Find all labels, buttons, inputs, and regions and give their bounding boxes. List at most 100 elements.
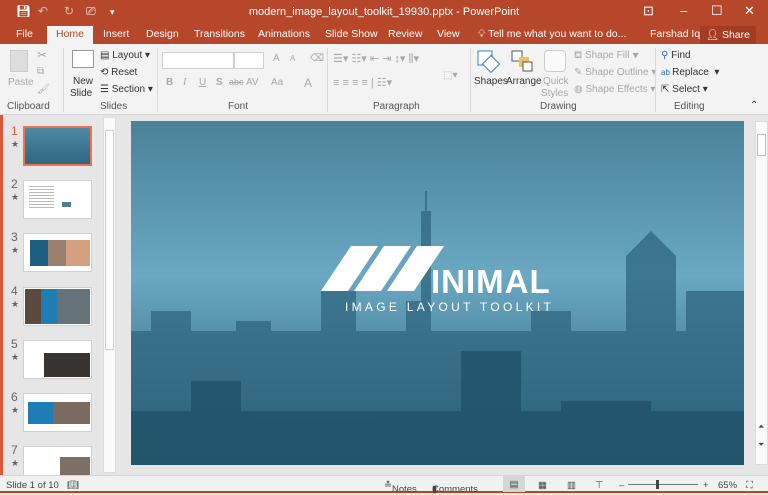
- shape-effects-button[interactable]: ◍ Shape Effects ▾: [574, 84, 655, 95]
- maximize-button[interactable]: ☐: [711, 3, 723, 19]
- new-slide-button[interactable]: New: [73, 76, 93, 87]
- font-family-select[interactable]: [162, 52, 234, 69]
- next-slide-icon[interactable]: ⏷: [758, 440, 764, 450]
- close-button[interactable]: ✕: [744, 3, 755, 19]
- bold-button[interactable]: B: [166, 77, 173, 88]
- slide-sorter-button[interactable]: ▦: [538, 480, 547, 491]
- layout-label: Layout: [112, 50, 143, 61]
- shape-outline-button[interactable]: ✎ Shape Outline ▾: [574, 67, 656, 78]
- zoom-slider-thumb[interactable]: [656, 480, 659, 489]
- underline-button[interactable]: U: [199, 77, 206, 88]
- cut-icon[interactable]: ✂: [37, 48, 47, 62]
- shape-fill-label: Shape Fill: [584, 50, 630, 61]
- character-spacing-button[interactable]: AV: [246, 77, 259, 88]
- slide-scrollbar[interactable]: ⏶ ⏷: [755, 121, 768, 465]
- shrink-font-button[interactable]: A: [290, 54, 295, 63]
- animation-star-icon: ★: [11, 139, 20, 149]
- divider: [157, 48, 158, 112]
- effects-icon: ◍: [574, 84, 586, 95]
- lightbulb-icon: 💡︎: [478, 28, 489, 40]
- collapse-ribbon-icon[interactable]: ⌃: [750, 100, 758, 111]
- font-size-select[interactable]: [234, 52, 264, 69]
- bullets-button[interactable]: ☰▾ ☷▾ ⇤ ⇥ ↕▾ ⫼▾: [333, 52, 419, 66]
- shapes-icon: [477, 50, 501, 73]
- italic-button[interactable]: I: [183, 77, 186, 88]
- clear-formatting-icon[interactable]: ⌫: [310, 53, 324, 64]
- fit-to-window-icon[interactable]: ⛶: [746, 480, 753, 491]
- tab-slide-show[interactable]: Slide Show: [325, 28, 378, 40]
- tell-me-search[interactable]: 💡︎ Tell me what you want to do...: [478, 28, 626, 41]
- slide-thumbnail-5[interactable]: [23, 340, 92, 379]
- section-button[interactable]: ☰ Section ▾: [100, 84, 153, 95]
- zoom-level[interactable]: 65%: [718, 480, 737, 491]
- tab-transitions[interactable]: Transitions: [194, 28, 245, 40]
- editing-group-label: Editing: [674, 101, 705, 112]
- reading-view-button[interactable]: ▥: [567, 480, 576, 491]
- ribbon-display-icon[interactable]: ⊡: [643, 3, 654, 19]
- find-button[interactable]: ⚲ Find: [661, 50, 691, 61]
- grow-font-button[interactable]: A: [273, 53, 280, 64]
- shape-outline-label: Shape Outline: [585, 67, 649, 78]
- tab-home[interactable]: Home: [47, 26, 94, 44]
- select-label: Select: [672, 84, 700, 95]
- copy-icon[interactable]: ⧉: [37, 66, 44, 77]
- tab-review[interactable]: Review: [388, 28, 422, 40]
- person-icon: 👤︎: [705, 29, 722, 41]
- strikethrough-button[interactable]: abc: [229, 77, 244, 87]
- font-color-button[interactable]: A: [304, 76, 312, 90]
- minimize-button[interactable]: –: [680, 3, 687, 18]
- slideshow-button[interactable]: ⊤: [595, 480, 603, 491]
- quick-styles-button[interactable]: Quick: [543, 76, 569, 87]
- slide-thumbnail-3[interactable]: [23, 233, 92, 272]
- shadow-button[interactable]: S: [216, 77, 223, 88]
- normal-view-button[interactable]: ▤: [503, 476, 525, 492]
- reset-button[interactable]: ⟲ Reset: [100, 67, 137, 78]
- thumb-number: 3: [11, 230, 18, 244]
- scrollbar-thumb[interactable]: [105, 130, 114, 350]
- title-bar: 💾︎ ↶ ↻ ⎚ ▾ modern_image_layout_toolkit_1…: [0, 0, 768, 24]
- reset-label: Reset: [111, 67, 138, 78]
- slide-thumbnail-2[interactable]: [23, 180, 92, 219]
- scrollbar-thumb[interactable]: [757, 134, 766, 156]
- new-slide-dropdown[interactable]: Slide: [70, 88, 92, 99]
- shape-fill-button[interactable]: ⛾ Shape Fill ▾: [574, 50, 639, 63]
- status-bar: Slide 1 of 10 📖︎ ≛ Notes ▮ Comments ▤ ▦ …: [0, 475, 768, 495]
- slide-canvas[interactable]: INIMAL IMAGE LAYOUT TOOLKIT: [131, 121, 744, 465]
- zoom-slider[interactable]: [628, 480, 698, 489]
- slide-thumbnail-1[interactable]: [23, 126, 92, 166]
- share-button[interactable]: 👤︎ Share: [699, 26, 756, 44]
- reset-icon: ⟲: [100, 67, 112, 78]
- format-painter-icon[interactable]: 🖌︎: [37, 84, 50, 95]
- alignment-buttons[interactable]: ≡ ≡ ≡ ≡ | ☷▾: [333, 76, 392, 89]
- cursor-icon: ⇱: [661, 84, 673, 95]
- notes-button[interactable]: ≛ Notes: [384, 480, 417, 495]
- tab-design[interactable]: Design: [146, 28, 179, 40]
- previous-slide-icon[interactable]: ⏶: [758, 422, 764, 432]
- slide-thumbnail-6[interactable]: [23, 393, 92, 432]
- tab-animations[interactable]: Animations: [258, 28, 310, 40]
- divider: [470, 48, 471, 112]
- tab-insert[interactable]: Insert: [103, 28, 129, 40]
- tab-view[interactable]: View: [437, 28, 460, 40]
- notes-label: Notes: [391, 484, 417, 495]
- replace-button[interactable]: ab Replace ▾: [661, 67, 719, 78]
- select-button[interactable]: ⇱ Select ▾: [661, 84, 708, 95]
- animation-star-icon: ★: [11, 405, 20, 415]
- tab-file[interactable]: File: [16, 28, 33, 40]
- zoom-out-button[interactable]: –: [619, 480, 624, 491]
- paste-button[interactable]: Paste: [8, 77, 34, 88]
- slide-counter: Slide 1 of 10: [6, 480, 59, 491]
- arrange-button[interactable]: Arrange: [506, 76, 542, 87]
- slide-thumbnail-4[interactable]: [23, 287, 92, 326]
- spelling-icon[interactable]: 📖︎: [67, 480, 79, 491]
- thumbnail-scrollbar[interactable]: [103, 117, 116, 473]
- text-direction-icon[interactable]: ⬚▾: [443, 70, 457, 81]
- replace-icon: ab: [661, 68, 673, 77]
- thumb-number: 1: [11, 124, 18, 138]
- quick-styles-dropdown[interactable]: Styles: [541, 88, 568, 99]
- change-case-button[interactable]: Aa: [271, 77, 283, 88]
- shapes-button[interactable]: Shapes: [474, 76, 508, 87]
- divider: [327, 48, 328, 112]
- layout-button[interactable]: ▤ Layout ▾: [100, 50, 150, 61]
- zoom-in-button[interactable]: +: [703, 480, 709, 491]
